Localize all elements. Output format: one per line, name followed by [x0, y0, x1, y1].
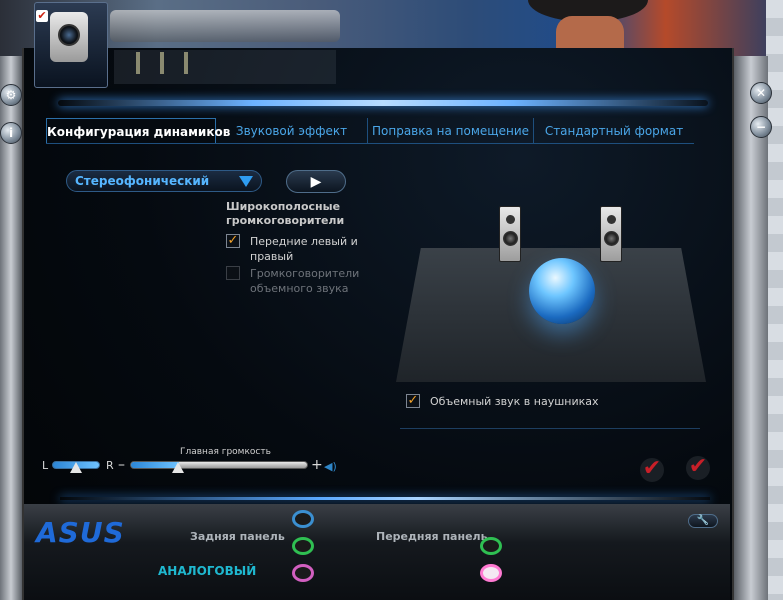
right-speaker-icon[interactable] [600, 206, 622, 262]
volume-up-icon[interactable]: + [311, 457, 323, 473]
surround-speakers-label: Громкоговорители объемного звука [250, 267, 360, 295]
analog-label: АНАЛОГОВЫЙ [158, 564, 257, 578]
rear-panel-label: Задняя панель [190, 530, 285, 543]
speaker-volume-icon[interactable]: ◀) [324, 460, 342, 473]
left-speaker-icon[interactable] [499, 206, 521, 262]
header-glow-bar [58, 100, 708, 106]
tab-default-format[interactable]: Стандартный формат [534, 118, 694, 143]
set-default-device-icon[interactable]: ✔ [640, 458, 664, 482]
jack-stub-icon [160, 52, 164, 74]
webcam-lens-icon [58, 24, 80, 46]
front-headphone-jack-icon[interactable] [480, 537, 502, 555]
front-panel-label: Передняя панель [376, 530, 488, 543]
play-icon: ▶ [310, 173, 322, 190]
device-enabled-check-icon: ✔ [36, 9, 48, 22]
rear-line-in-jack-icon[interactable] [292, 510, 314, 528]
apply-check-icon[interactable]: ✔ [686, 456, 710, 480]
headphone-virtualization-label: Объемный звук в наушниках [430, 395, 599, 408]
chevron-down-icon [239, 175, 253, 187]
asus-logo: ASUS [36, 516, 125, 549]
master-volume-slider[interactable] [130, 461, 308, 469]
minimize-icon[interactable]: − [750, 116, 772, 138]
rear-line-out-jack-icon[interactable] [292, 537, 314, 555]
wallpaper-tank-image [110, 10, 340, 42]
settings-gear-icon[interactable]: ⚙ [0, 84, 22, 106]
balance-slider-thumb[interactable] [70, 462, 82, 473]
tab-room-correction[interactable]: Поправка на помещение [368, 118, 534, 143]
connector-settings-wrench-icon[interactable]: 🔧 [688, 514, 718, 528]
listener-orb-icon [529, 258, 595, 324]
front-speakers-label: Передние левый и правый [250, 235, 358, 263]
divider [400, 428, 700, 429]
jack-panel [24, 504, 730, 600]
bottom-glow-bar [60, 497, 710, 500]
front-mic-jack-icon[interactable] [480, 564, 502, 582]
info-icon[interactable]: i [0, 122, 22, 144]
balance-right-label: R [106, 459, 114, 472]
jack-stub-icon [184, 52, 188, 74]
master-volume-caption: Главная громкость [180, 447, 271, 457]
volume-down-icon[interactable]: – [118, 457, 125, 473]
surround-speakers-checkbox[interactable] [226, 266, 240, 280]
play-test-button[interactable]: ▶ [286, 170, 346, 193]
device-tray [114, 50, 336, 84]
balance-left-label: L [42, 459, 49, 472]
tab-sound-effect[interactable]: Звуковой эффект [216, 118, 368, 143]
fullrange-speakers-title: Широкополосные громкоговорители [226, 200, 345, 227]
speaker-mode-dropdown[interactable]: Стереофонический [66, 170, 262, 192]
speaker-mode-value: Стереофонический [75, 174, 210, 188]
rear-mic-jack-icon[interactable] [292, 564, 314, 582]
close-icon[interactable]: ✕ [750, 82, 772, 104]
jack-stub-icon [136, 52, 140, 74]
front-speakers-checkbox[interactable]: ✓ [226, 234, 240, 248]
master-volume-thumb[interactable] [172, 462, 185, 473]
tab-bar: Конфигурация динамиков Звуковой эффект П… [46, 118, 694, 144]
tab-speaker-config[interactable]: Конфигурация динамиков [46, 118, 230, 143]
headphone-virtualization-checkbox[interactable]: ✓ [406, 394, 420, 408]
